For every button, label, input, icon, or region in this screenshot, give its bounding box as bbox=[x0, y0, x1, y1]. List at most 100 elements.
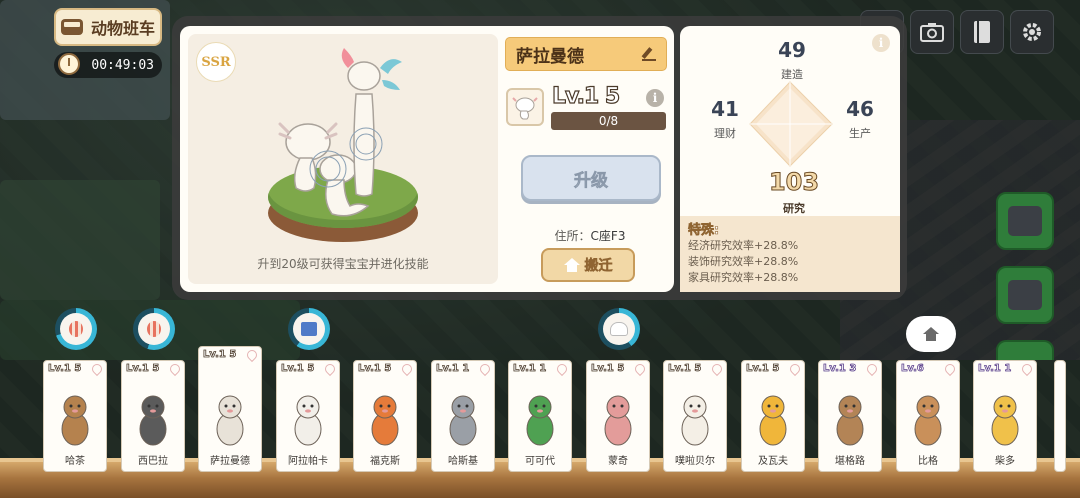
relocate-button[interactable]: 搬迁 bbox=[541, 248, 635, 282]
camera-button[interactable] bbox=[910, 10, 954, 54]
balloon-icon bbox=[69, 321, 83, 337]
camera-icon bbox=[920, 23, 944, 42]
balloon-icon bbox=[147, 321, 161, 337]
animal-card-level: Lv.1 1 bbox=[436, 363, 470, 375]
animal-card-name: 阿拉帕卡 bbox=[288, 456, 328, 467]
upgrade-button[interactable]: 升级 bbox=[521, 155, 661, 201]
special-line: 装饰研究效率+28.8% bbox=[688, 255, 799, 268]
settings-button[interactable] bbox=[1010, 10, 1054, 54]
animal-card[interactable]: Lv.1 1 哈斯基 bbox=[431, 360, 495, 472]
location-pin-icon bbox=[477, 361, 493, 377]
side-vehicle-button[interactable] bbox=[996, 266, 1054, 324]
animal-card[interactable]: Lv.1 5 及瓦夫 bbox=[741, 360, 805, 472]
side-build-button[interactable] bbox=[996, 192, 1054, 250]
home-icon bbox=[563, 258, 580, 272]
animal-card[interactable]: Lv.1 5 蒙奇 bbox=[586, 360, 650, 472]
animal-card[interactable]: Lv.1 1 柴多 bbox=[973, 360, 1037, 472]
level-info-icon[interactable]: i bbox=[646, 89, 664, 107]
location-pin-icon bbox=[167, 361, 183, 377]
location-pin-icon bbox=[322, 361, 338, 377]
animal-card-name: 及瓦夫 bbox=[758, 456, 788, 467]
animal-card-level: Lv.1 1 bbox=[513, 363, 547, 375]
animal-card[interactable]: Lv.1 5 噗啦贝尔 bbox=[663, 360, 727, 472]
stat-build-label: 建造 bbox=[781, 68, 803, 81]
task-progress-ring[interactable] bbox=[598, 308, 640, 350]
animal-card-level: Lv.1 3 bbox=[823, 363, 857, 375]
xp-progress-bar: 0/8 bbox=[551, 112, 666, 130]
animal-figure bbox=[443, 391, 483, 451]
animal-figure bbox=[55, 391, 95, 451]
animal-card-level: Lv.1 5 bbox=[48, 363, 82, 375]
task-progress-ring[interactable] bbox=[133, 308, 175, 350]
animal-card-partial[interactable] bbox=[1054, 360, 1066, 472]
animal-card-name: 哈斯基 bbox=[448, 456, 478, 467]
location-pin-icon bbox=[399, 361, 415, 377]
location-pin-icon bbox=[864, 361, 880, 377]
animal-name-field[interactable]: 萨拉曼德 bbox=[505, 37, 667, 71]
location-pin-icon bbox=[942, 361, 958, 377]
xp-progress-text: 0/8 bbox=[598, 114, 619, 128]
task-progress-ring[interactable] bbox=[55, 308, 97, 350]
animal-card-name: 福克斯 bbox=[370, 456, 400, 467]
animal-figure bbox=[288, 391, 328, 451]
relocate-label: 搬迁 bbox=[584, 258, 613, 275]
animal-card-name: 比格 bbox=[918, 456, 938, 467]
animal-figure bbox=[598, 391, 638, 451]
location-pin-icon bbox=[1019, 361, 1035, 377]
animal-card-level: Lv.6 bbox=[901, 363, 925, 375]
location-pin-icon bbox=[244, 347, 260, 363]
animal-card[interactable]: Lv.6 比格 bbox=[896, 360, 960, 472]
stats-info-icon[interactable]: i bbox=[872, 34, 890, 52]
stat-research-label: 研究 bbox=[783, 202, 805, 215]
truck-icon bbox=[1008, 280, 1042, 310]
animal-card-name: 哈茶 bbox=[65, 456, 85, 467]
stat-build-value: 49 bbox=[778, 38, 806, 62]
animal-figure bbox=[753, 391, 793, 451]
task-progress-ring[interactable] bbox=[288, 308, 330, 350]
animal-avatar bbox=[506, 88, 544, 126]
animal-card-level: Lv.1 5 bbox=[358, 363, 392, 375]
side-extra-button[interactable] bbox=[996, 340, 1054, 360]
stat-production-label: 生产 bbox=[849, 127, 871, 140]
book-button[interactable] bbox=[960, 10, 1004, 54]
animal-figure bbox=[365, 391, 405, 451]
animal-card-name: 噗啦贝尔 bbox=[675, 456, 715, 467]
animal-card-level: Lv.1 5 bbox=[203, 349, 237, 361]
home-bubble[interactable] bbox=[906, 316, 956, 352]
animal-card[interactable]: Lv.1 1 可可代 bbox=[508, 360, 572, 472]
animal-card-level: Lv.1 1 bbox=[978, 363, 1012, 375]
residence-value: C座F3 bbox=[590, 229, 626, 243]
location-pin-icon bbox=[632, 361, 648, 377]
animal-figure bbox=[985, 391, 1025, 451]
animal-card-name: 蒙奇 bbox=[608, 456, 628, 467]
special-line: 家具研究效率+28.8% bbox=[688, 271, 799, 284]
animal-name: 萨拉曼德 bbox=[516, 46, 584, 67]
pencil-icon[interactable] bbox=[642, 47, 656, 61]
animal-card-level: Lv.1 5 bbox=[591, 363, 625, 375]
box-icon bbox=[301, 322, 317, 336]
animal-card[interactable]: Lv.1 5 福克斯 bbox=[353, 360, 417, 472]
animal-figure bbox=[908, 391, 948, 451]
animal-figure bbox=[210, 391, 250, 451]
animal-card[interactable]: Lv.1 5 哈茶 bbox=[43, 360, 107, 472]
bus-timer: 00:49:03 bbox=[54, 52, 162, 78]
animal-portrait: SSR 升到20级可获得宝宝并进化技能 bbox=[188, 34, 498, 284]
animal-card[interactable]: Lv.1 5 萨拉曼德 bbox=[198, 346, 262, 472]
animal-card[interactable]: Lv.1 3 堪格路 bbox=[818, 360, 882, 472]
special-title: 特殊: bbox=[688, 223, 720, 239]
animal-bus-button[interactable]: 动物班车 bbox=[54, 8, 162, 46]
animal-card-level: Lv.1 5 bbox=[668, 363, 702, 375]
book-icon bbox=[974, 21, 990, 43]
special-abilities: 特殊: 经济研究效率+28.8% 装饰研究效率+28.8% 家具研究效率+28.… bbox=[680, 216, 900, 292]
animal-card[interactable]: Lv.1 5 西巴拉 bbox=[121, 360, 185, 472]
location-pin-icon bbox=[787, 361, 803, 377]
stat-finance-value: 41 bbox=[711, 97, 739, 121]
animal-card-name: 堪格路 bbox=[835, 456, 865, 467]
animal-card[interactable]: Lv.1 5 阿拉帕卡 bbox=[276, 360, 340, 472]
location-pin-icon bbox=[554, 361, 570, 377]
stat-research-value: 103 bbox=[768, 168, 820, 197]
axolotl-avatar-icon bbox=[512, 97, 538, 120]
animal-figure bbox=[830, 391, 870, 451]
animal-card-name: 柴多 bbox=[995, 456, 1015, 467]
animal-card-level: Lv.1 5 bbox=[281, 363, 315, 375]
